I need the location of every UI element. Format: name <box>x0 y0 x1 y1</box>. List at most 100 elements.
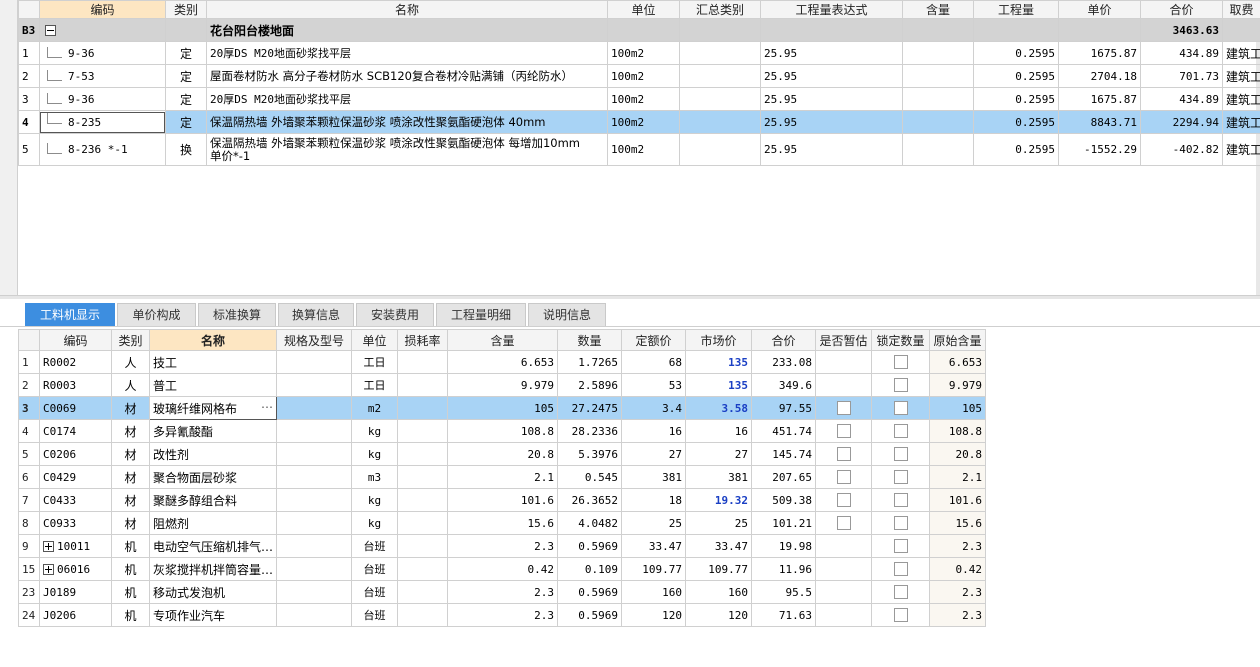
resource-is-estimate[interactable] <box>815 396 873 420</box>
resource-name[interactable]: 聚合物面层砂浆 <box>148 465 278 489</box>
row-fee[interactable]: 建筑工程 <box>1222 133 1260 166</box>
resource-market-price[interactable]: 135 <box>685 350 753 374</box>
resource-row[interactable]: 8 C0933 材阻燃剂 kg 15.6 4.0482 25 25 101.21 15.6 <box>18 511 987 535</box>
row-summary-type[interactable] <box>679 87 761 111</box>
resource-content[interactable]: 0.42 <box>447 557 559 581</box>
row-summary-type[interactable] <box>679 64 761 88</box>
resource-content[interactable]: 2.3 <box>447 603 559 627</box>
row-code[interactable]: 9-36 <box>39 41 166 65</box>
row-content[interactable] <box>902 133 974 166</box>
resource-loss-rate[interactable] <box>397 465 449 489</box>
resource-loss-rate[interactable] <box>397 557 449 581</box>
group-row[interactable]: B3 花台阳台楼地面 3463.63 <box>18 18 1260 42</box>
row-price[interactable]: 1675.87 <box>1058 41 1141 65</box>
resource-code[interactable]: C0433 <box>39 488 112 512</box>
col-header-original-content[interactable]: 原始含量 <box>929 329 987 351</box>
resource-code[interactable]: C0069 <box>39 396 112 420</box>
resource-is-estimate[interactable] <box>815 557 873 581</box>
resource-loss-rate[interactable] <box>397 442 449 466</box>
resource-name[interactable]: 改性剂 <box>148 442 278 466</box>
resource-market-price[interactable]: 135 <box>685 373 753 397</box>
resource-unit[interactable]: kg <box>351 419 399 443</box>
col-header-summary-type[interactable]: 汇总类别 <box>679 0 761 19</box>
tab-description[interactable]: 说明信息 <box>528 303 606 326</box>
row-unit[interactable]: 100m2 <box>607 64 680 88</box>
resource-name[interactable]: 灰浆搅拌机拌筒容量… <box>148 557 278 581</box>
lock-qty-checkbox[interactable] <box>893 470 908 485</box>
resource-market-price[interactable]: 160 <box>685 580 753 604</box>
tab-conversion-info[interactable]: 换算信息 <box>278 303 354 326</box>
resource-type[interactable]: 材 <box>111 465 150 489</box>
col-header-qty-expr[interactable]: 工程量表达式 <box>760 0 903 19</box>
resource-is-estimate[interactable] <box>815 419 873 443</box>
resource-type[interactable]: 材 <box>111 396 150 420</box>
resource-spec[interactable] <box>276 442 353 466</box>
resource-loss-rate[interactable] <box>397 396 449 420</box>
resource-is-estimate[interactable] <box>815 534 873 558</box>
resource-amount[interactable]: 1.7265 <box>557 350 623 374</box>
col-header-fee[interactable]: 取费 <box>1222 0 1260 19</box>
resource-market-price[interactable]: 3.58 <box>685 396 753 420</box>
table-row-selected[interactable]: 4 8-235 定 保温隔热墙 外墙聚苯颗粒保温砂浆 喷涂改性聚氨酯硬泡体 40… <box>18 110 1260 134</box>
resource-spec[interactable] <box>276 580 353 604</box>
table-row[interactable]: 3 9-36 定 20厚DS M20地面砂浆找平层 100m2 25.95 0.… <box>18 87 1260 111</box>
resource-unit[interactable]: 台班 <box>351 534 399 558</box>
lock-qty-checkbox[interactable] <box>893 562 908 577</box>
row-type[interactable]: 定 <box>165 64 207 88</box>
resource-row[interactable]: 5 C0206 材改性剂 kg 20.8 5.3976 27 27 145.74 20.8 <box>18 442 987 466</box>
col-header-unit-price[interactable]: 单价 <box>1058 0 1141 19</box>
resource-lock-qty[interactable] <box>871 396 931 420</box>
tab-resources[interactable]: 工料机显示 <box>25 303 115 326</box>
collapse-icon[interactable] <box>45 25 56 36</box>
resource-type[interactable]: 机 <box>111 603 150 627</box>
resource-market-price[interactable]: 16 <box>685 419 753 443</box>
resource-spec[interactable] <box>276 419 353 443</box>
resource-market-price[interactable]: 19.32 <box>685 488 753 512</box>
lock-qty-checkbox[interactable] <box>893 355 908 370</box>
resource-type[interactable]: 材 <box>111 442 150 466</box>
resource-is-estimate[interactable] <box>815 465 873 489</box>
resource-name[interactable]: 阻燃剂 <box>148 511 278 535</box>
col-header-unit[interactable]: 单位 <box>351 329 399 351</box>
resource-loss-rate[interactable] <box>397 350 449 374</box>
resource-code[interactable]: C0933 <box>39 511 112 535</box>
resource-name[interactable]: 聚醚多醇组合料 <box>148 488 278 512</box>
resource-unit[interactable]: 台班 <box>351 580 399 604</box>
row-code[interactable]: 9-36 <box>39 87 166 111</box>
resource-code[interactable]: C0429 <box>39 465 112 489</box>
resource-code[interactable]: 10011 <box>39 534 112 558</box>
col-header-loss-rate[interactable]: 损耗率 <box>397 329 449 351</box>
resource-amount[interactable]: 5.3976 <box>557 442 623 466</box>
resource-content[interactable]: 105 <box>447 396 559 420</box>
resource-spec[interactable] <box>276 350 353 374</box>
col-header-spec[interactable]: 规格及型号 <box>276 329 353 351</box>
resource-row[interactable]: 24 J0206 机专项作业汽车 台班 2.3 0.5969 120 120 71.63 2.3 <box>18 603 987 627</box>
row-fee[interactable]: 建筑工程 <box>1222 87 1260 111</box>
col-header-content[interactable]: 含量 <box>447 329 559 351</box>
resource-type[interactable]: 材 <box>111 419 150 443</box>
row-price[interactable]: 2704.18 <box>1058 64 1141 88</box>
resource-code[interactable]: C0174 <box>39 419 112 443</box>
resource-row[interactable]: 6 C0429 材聚合物面层砂浆 m3 2.1 0.545 381 381 207.65 2.1 <box>18 465 987 489</box>
resource-market-price[interactable]: 381 <box>685 465 753 489</box>
resource-lock-qty[interactable] <box>871 580 931 604</box>
row-content[interactable] <box>902 41 974 65</box>
resource-row[interactable]: 7 C0433 材聚醚多醇组合料 kg 101.6 26.3652 18 19.32 509.3… <box>18 488 987 512</box>
estimate-checkbox[interactable] <box>836 493 851 508</box>
resource-content[interactable]: 9.979 <box>447 373 559 397</box>
table-row[interactable]: 2 7-53 定 屋面卷材防水 高分子卷材防水 SCB120复合卷材冷贴满铺（丙… <box>18 64 1260 88</box>
resource-is-estimate[interactable] <box>815 580 873 604</box>
resource-market-price[interactable]: 109.77 <box>685 557 753 581</box>
resource-type[interactable]: 机 <box>111 534 150 558</box>
resource-lock-qty[interactable] <box>871 350 931 374</box>
estimate-checkbox[interactable] <box>836 401 851 416</box>
resource-row[interactable]: 2 R0003 人普工 工日 9.979 2.5896 53 135 349.6 9.979 <box>18 373 987 397</box>
lock-qty-checkbox[interactable] <box>893 424 908 439</box>
resource-unit[interactable]: 工日 <box>351 373 399 397</box>
row-summary-type[interactable] <box>679 133 761 166</box>
lock-qty-checkbox[interactable] <box>893 401 908 416</box>
row-expr[interactable]: 25.95 <box>760 133 903 166</box>
row-qty[interactable]: 0.2595 <box>973 87 1059 111</box>
resource-amount[interactable]: 0.5969 <box>557 580 623 604</box>
row-content[interactable] <box>902 87 974 111</box>
